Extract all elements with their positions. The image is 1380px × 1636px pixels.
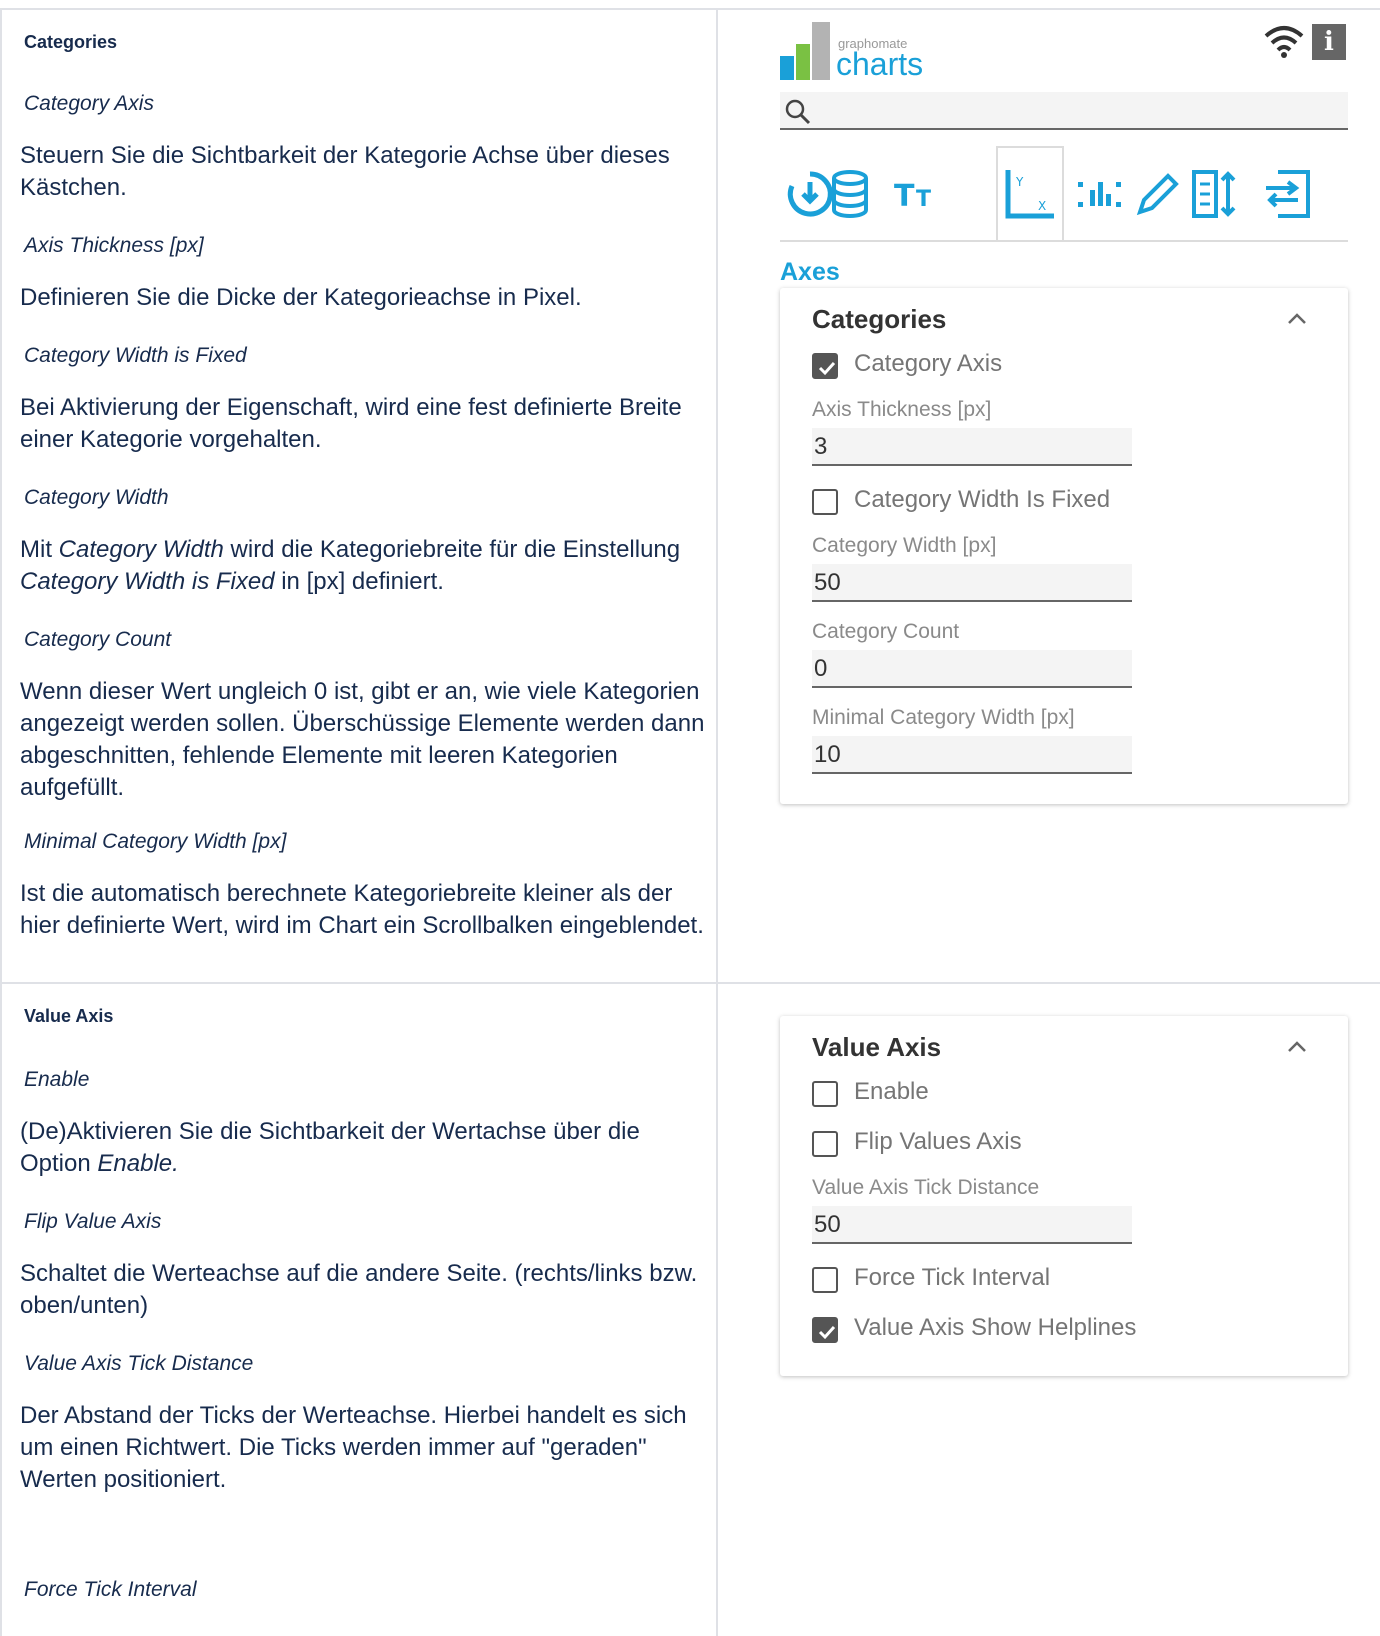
checkbox-checked[interactable]: [812, 1317, 838, 1343]
svg-text:T: T: [894, 179, 915, 214]
desc-text: in [px] definiert.: [274, 568, 444, 595]
axes-icon[interactable]: Y X: [1002, 166, 1058, 222]
checkbox-label: Flip Values Axis: [854, 1128, 1022, 1155]
column-width-icon[interactable]: [1188, 166, 1244, 222]
property-description: Definieren Sie die Dicke der Kategorieac…: [20, 284, 582, 311]
desc-emphasis: Category Width is Fixed: [20, 568, 275, 595]
checkbox-label: Enable: [854, 1078, 929, 1105]
property-name: Force Tick Interval: [24, 1578, 197, 1601]
property-description: Wenn dieser Wert ungleich 0 ist, gibt er…: [20, 678, 705, 801]
property-name: Minimal Category Width [px]: [24, 830, 287, 853]
minimal-category-width-input[interactable]: 10: [812, 736, 1132, 774]
field-label: Minimal Category Width [px]: [812, 706, 1075, 729]
desc-emphasis: Category Width: [58, 536, 224, 563]
property-name: Flip Value Axis: [24, 1210, 162, 1233]
chevron-up-icon[interactable]: [1286, 312, 1308, 326]
search-input[interactable]: [780, 92, 1348, 130]
card-title: Categories: [812, 304, 947, 334]
table-border-left: [0, 8, 2, 1636]
property-name: Value Axis Tick Distance: [24, 1352, 254, 1375]
property-description: Bei Aktivierung der Eigenschaft, wird ei…: [20, 394, 682, 453]
checkbox-unchecked[interactable]: [812, 1267, 838, 1293]
checkbox-checked[interactable]: [812, 353, 838, 379]
section-title-categories: Categories: [24, 32, 118, 52]
text-size-icon[interactable]: T T: [890, 166, 946, 222]
wifi-icon: [1264, 24, 1304, 58]
categories-card: Categories Category Axis Axis Thickness …: [780, 288, 1348, 804]
tab-underline: [780, 240, 1348, 242]
checkbox-label: Category Width Is Fixed: [854, 486, 1111, 513]
checkbox-unchecked[interactable]: [812, 1131, 838, 1157]
table-border-top: [0, 8, 1380, 10]
data-labels-icon[interactable]: [1072, 166, 1128, 222]
property-description-rich: Mit Category Width wird die Kategoriebre…: [20, 534, 710, 598]
desc-text: Mit: [20, 536, 59, 563]
section-title-value-axis: Value Axis: [24, 1006, 114, 1026]
pen-icon[interactable]: [1130, 166, 1186, 222]
property-name: Category Width: [24, 486, 169, 509]
desc-text: wird die Kategoriebreite für die Einstel…: [223, 536, 681, 563]
checkbox-unchecked[interactable]: [812, 489, 838, 515]
checkbox-label: Force Tick Interval: [854, 1264, 1051, 1291]
tick-distance-input[interactable]: 50: [812, 1206, 1132, 1244]
property-name: Enable: [24, 1068, 90, 1091]
card-title: Value Axis: [812, 1032, 942, 1062]
checkbox-label: Category Axis: [854, 350, 1003, 377]
panel-section-title: Axes: [780, 258, 840, 286]
property-name: Axis Thickness [px]: [24, 234, 204, 257]
field-label: Category Width [px]: [812, 534, 997, 557]
category-count-input[interactable]: 0: [812, 650, 1132, 688]
search-icon: [785, 99, 811, 125]
field-label: Axis Thickness [px]: [812, 398, 992, 421]
checkbox-unchecked[interactable]: [812, 1081, 838, 1107]
property-description-rich: (De)Aktivieren Sie die Sichtbarkeit der …: [20, 1116, 710, 1180]
field-label: Category Count: [812, 620, 960, 643]
table-row-divider: [0, 982, 1380, 984]
property-description: Schaltet die Werteachse auf die andere S…: [20, 1260, 698, 1319]
property-name: Category Count: [24, 628, 172, 651]
logo-big-text: charts: [836, 46, 924, 82]
property-name: Category Axis: [24, 92, 154, 115]
chevron-up-icon[interactable]: [1286, 1040, 1308, 1054]
document-table: Categories Category Axis Steuern Sie die…: [0, 0, 1380, 1636]
value-axis-card: Value Axis Enable Flip Values Axis Value…: [780, 1016, 1348, 1376]
svg-text:T: T: [916, 187, 931, 212]
legend-icon[interactable]: [1262, 166, 1318, 222]
graphomate-charts-logo: graphomate charts: [780, 22, 950, 84]
info-icon[interactable]: i: [1312, 24, 1346, 60]
checkbox-label: Value Axis Show Helplines: [854, 1314, 1137, 1341]
property-description: Ist die automatisch berechnete Kategorie…: [20, 880, 704, 939]
property-name: Category Width is Fixed: [24, 344, 247, 367]
property-description: Steuern Sie die Sichtbarkeit der Kategor…: [20, 142, 670, 201]
category-width-input[interactable]: 50: [812, 564, 1132, 602]
field-label: Value Axis Tick Distance: [812, 1176, 1040, 1199]
axis-thickness-input[interactable]: 3: [812, 428, 1132, 466]
svg-text:Y: Y: [1015, 175, 1024, 189]
database-icon[interactable]: [822, 166, 878, 222]
svg-text:X: X: [1038, 199, 1046, 213]
property-description: Der Abstand der Ticks der Werteachse. Hi…: [20, 1402, 687, 1493]
desc-emphasis: Enable.: [97, 1150, 179, 1177]
table-column-divider: [716, 8, 718, 1636]
